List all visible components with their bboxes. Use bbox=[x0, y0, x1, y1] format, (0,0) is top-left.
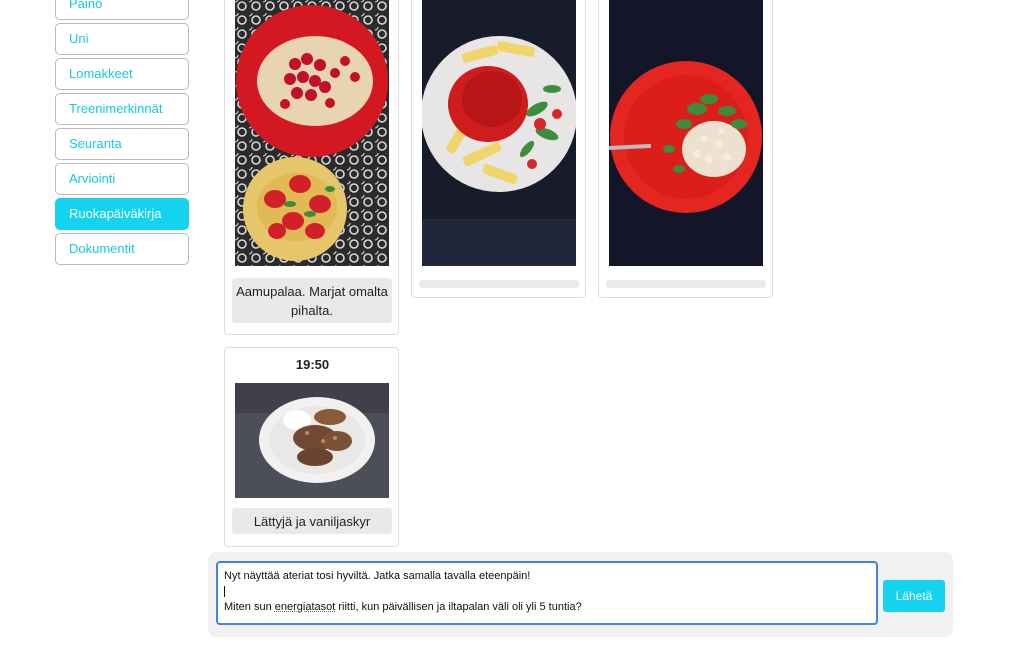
pancakes-photo[interactable] bbox=[235, 383, 389, 498]
comment-line-3-pre: Miten sun bbox=[224, 601, 275, 613]
meal-card-breakfast[interactable]: Aamupalaa. Marjat omalta pihalta. bbox=[224, 0, 399, 335]
meal-time: 19:50 bbox=[295, 357, 330, 372]
meal-card-pasta[interactable] bbox=[411, 0, 586, 298]
sidebar-item-dokumentit[interactable]: Dokumentit bbox=[55, 233, 189, 265]
sidebar-item-ruokapaivakirja[interactable]: Ruokapäiväkirja bbox=[55, 198, 189, 230]
comment-textarea[interactable]: Nyt näyttää ateriat tosi hyviltä. Jatka … bbox=[216, 561, 878, 625]
sidebar-item-paino[interactable]: Paino bbox=[55, 0, 189, 20]
pasta-with-tomato-sauce-photo[interactable] bbox=[422, 0, 576, 266]
sidebar-item-seuranta[interactable]: Seuranta bbox=[55, 128, 189, 160]
sidebar-item-uni[interactable]: Uni bbox=[55, 23, 189, 55]
meal-card-rice[interactable] bbox=[598, 0, 773, 298]
text-caret bbox=[224, 586, 225, 598]
sidebar-item-treenimerkinnat[interactable]: Treenimerkinnät bbox=[55, 93, 189, 125]
comment-bar: Nyt näyttää ateriat tosi hyviltä. Jatka … bbox=[208, 552, 953, 637]
berries-and-toast-photo[interactable] bbox=[235, 0, 389, 266]
meal-caption-empty bbox=[419, 280, 579, 288]
rice-with-salad-photo[interactable] bbox=[609, 0, 763, 266]
sidebar-item-lomakkeet[interactable]: Lomakkeet bbox=[55, 58, 189, 90]
spellcheck-word: energiatasot bbox=[274, 601, 336, 613]
meal-caption: Aamupalaa. Marjat omalta pihalta. bbox=[232, 278, 392, 323]
send-button[interactable]: Lähetä bbox=[883, 580, 945, 612]
meal-card-pancakes[interactable]: 19:50 Lättyjä ja vaniljaskyr bbox=[224, 347, 399, 547]
comment-line-3-post: riitti, kun päivällisen ja iltapalan väl… bbox=[335, 601, 582, 613]
sidebar-nav: Paino Uni Lomakkeet Treenimerkinnät Seur… bbox=[55, 0, 190, 268]
meal-caption: Lättyjä ja vaniljaskyr bbox=[232, 508, 392, 534]
sidebar-item-arviointi[interactable]: Arviointi bbox=[55, 163, 189, 195]
comment-line-1: Nyt näyttää ateriat tosi hyviltä. Jatka … bbox=[224, 570, 531, 582]
meal-caption-empty bbox=[606, 280, 766, 288]
